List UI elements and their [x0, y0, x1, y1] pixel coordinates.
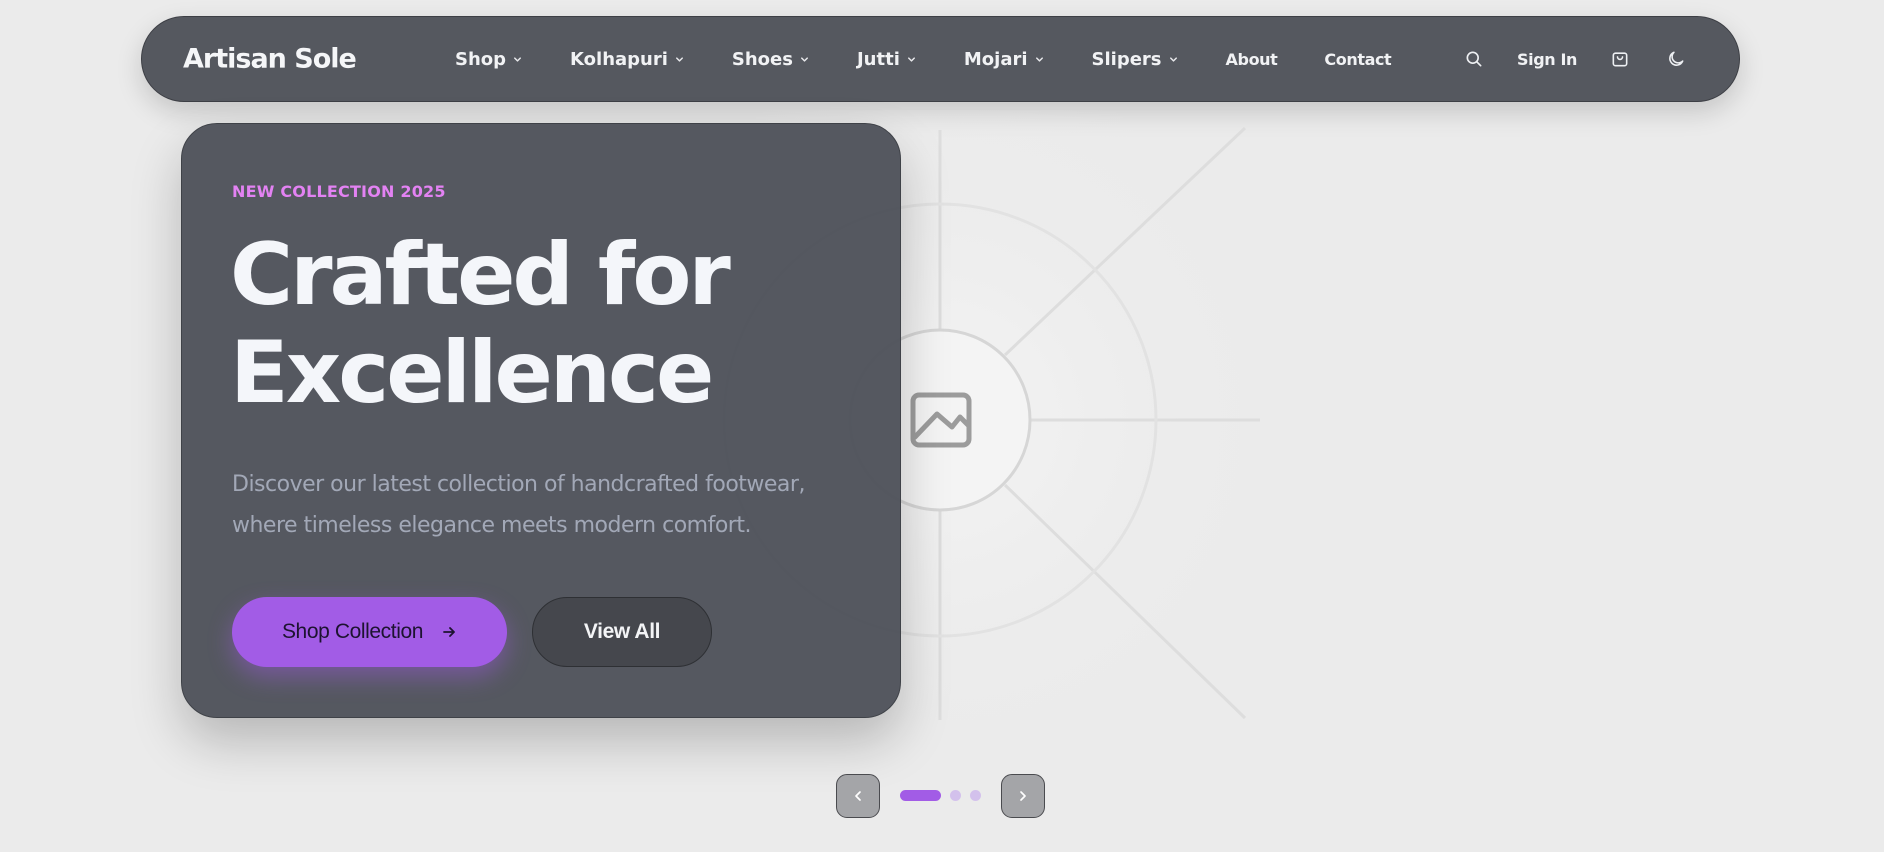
nav-item-shop[interactable]: Shop [455, 49, 523, 70]
carousel-prev-button[interactable] [836, 774, 880, 818]
carousel-indicators [900, 790, 981, 801]
nav-item-label: Kolhapuri [570, 48, 668, 70]
nav-actions: Sign In [1461, 17, 1689, 101]
chevron-right-icon [1020, 791, 1026, 801]
view-all-button[interactable]: View All [532, 597, 712, 667]
chevron-down-icon [801, 56, 808, 62]
search-icon [1466, 51, 1482, 67]
shopping-bag-icon [1612, 52, 1628, 67]
chevron-down-icon [1169, 56, 1177, 62]
hero-headline: Crafted for Excellence [230, 225, 731, 423]
chevron-down-icon [1035, 56, 1043, 62]
cart-button[interactable] [1607, 46, 1633, 72]
brand-logo[interactable]: Artisan Sole [183, 44, 357, 75]
hero-description-line: Discover our latest collection of handcr… [232, 472, 805, 497]
carousel-dot-1[interactable] [900, 790, 941, 801]
hero-headline-line: Excellence [230, 323, 714, 423]
nav-item-label: Mojari [963, 48, 1028, 70]
nav-item-contact[interactable]: Contact [1324, 50, 1391, 69]
nav-item-jutti[interactable]: Jutti [857, 49, 917, 70]
hero-card: NEW COLLECTION 2025 Crafted for Excellen… [181, 123, 901, 718]
hero-eyebrow: NEW COLLECTION 2025 [232, 182, 446, 201]
shop-collection-label: Shop Collection [281, 620, 424, 643]
nav-links: Shop Kolhapuri Shoes Jutti Mojari Sliper… [455, 17, 1392, 101]
search-button[interactable] [1461, 46, 1487, 72]
nav-item-shoes[interactable]: Shoes [732, 49, 810, 70]
nav-item-label: Contact [1324, 49, 1392, 69]
nav-item-mojari[interactable]: Mojari [964, 49, 1045, 70]
nav-item-label: Shop [455, 48, 507, 70]
nav-item-label: Jutti [856, 48, 900, 70]
carousel-dot-2[interactable] [950, 790, 961, 801]
nav-item-kolhapuri[interactable]: Kolhapuri [570, 49, 685, 70]
hero-description: Discover our latest collection of handcr… [232, 464, 872, 546]
shop-collection-button[interactable]: Shop Collection [232, 597, 507, 667]
nav-item-label: Slipers [1091, 48, 1162, 70]
navbar: Artisan Sole Shop Kolhapuri Shoes Jutti … [141, 16, 1740, 102]
chevron-left-icon [855, 791, 861, 801]
nav-item-about[interactable]: About [1226, 50, 1278, 69]
nav-item-slipers[interactable]: Slipers [1092, 49, 1179, 70]
carousel-next-button[interactable] [1001, 774, 1045, 818]
carousel-dot-3[interactable] [970, 790, 981, 801]
chevron-down-icon [514, 56, 522, 62]
page: Artisan Sole Shop Kolhapuri Shoes Jutti … [0, 0, 1884, 852]
nav-item-label: About [1225, 49, 1278, 69]
theme-toggle-button[interactable] [1663, 46, 1689, 72]
chevron-down-icon [907, 56, 915, 62]
chevron-down-icon [675, 56, 683, 62]
sign-in-link[interactable]: Sign In [1517, 50, 1577, 69]
arrow-right-icon [443, 627, 455, 637]
nav-item-label: Shoes [731, 48, 793, 70]
hero-description-line: where timeless elegance meets modern com… [232, 513, 751, 538]
moon-icon [1669, 51, 1684, 66]
hero-headline-line: Crafted for [230, 225, 731, 325]
